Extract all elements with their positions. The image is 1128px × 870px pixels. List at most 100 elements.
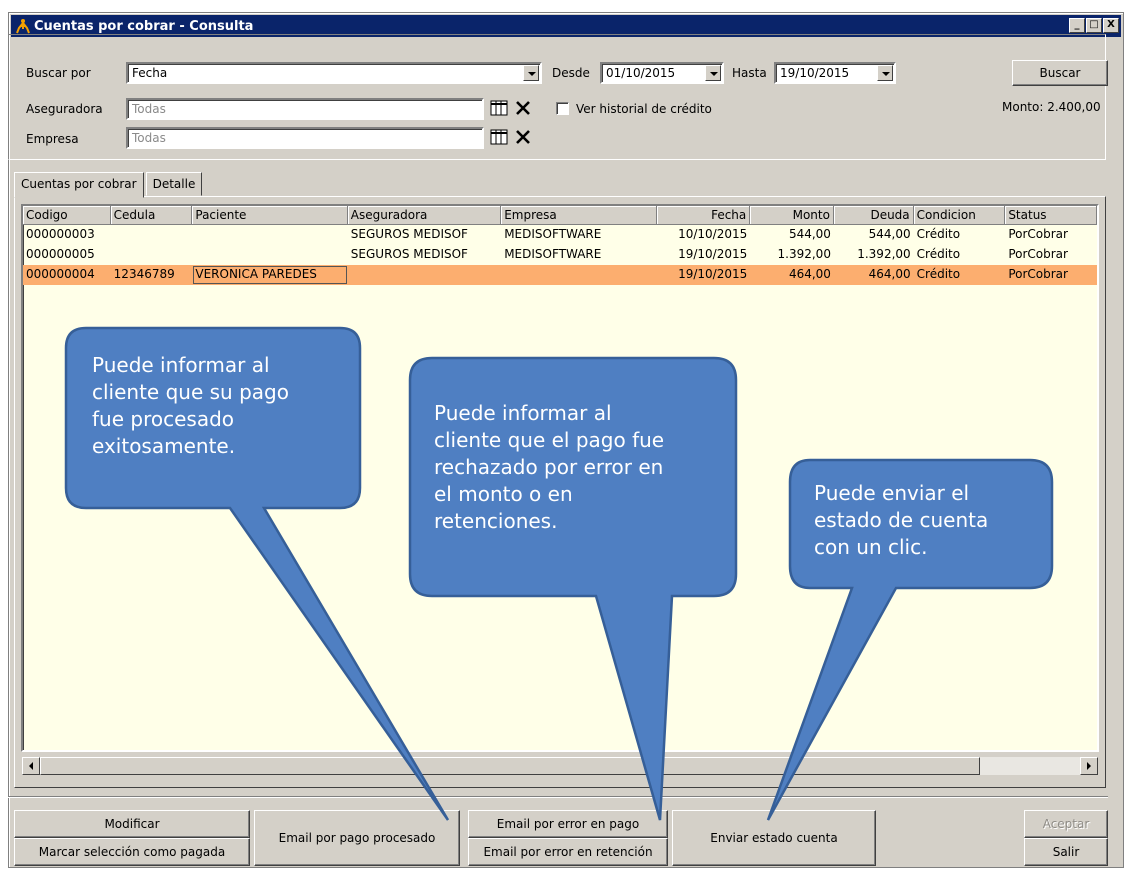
- col-codigo[interactable]: Codigo: [23, 206, 111, 225]
- cell-empresa: MEDISOFTWARE: [504, 227, 602, 241]
- modificar-button[interactable]: Modificar: [14, 810, 250, 838]
- aseguradora-field[interactable]: Todas: [126, 98, 484, 120]
- tab-cuentas-por-cobrar[interactable]: Cuentas por cobrar: [14, 172, 144, 198]
- aseguradora-lookup-button[interactable]: [488, 98, 510, 118]
- chevron-down-icon[interactable]: [523, 65, 539, 81]
- cell-empresa: MEDISOFTWARE: [504, 247, 602, 261]
- cell-monto: 1.392,00: [777, 247, 831, 261]
- cell-paciente: [192, 225, 347, 245]
- monto-total: Monto: 2.400,00: [1002, 100, 1101, 114]
- table-row[interactable]: 000000005 SEGUROS MEDISOF MEDISOFTWARE 1…: [23, 245, 1097, 265]
- col-monto[interactable]: Monto: [750, 206, 834, 225]
- minimize-button[interactable]: _: [1069, 18, 1085, 33]
- window-title: Cuentas por cobrar - Consulta: [34, 18, 254, 34]
- cell-status: PorCobrar: [1008, 267, 1068, 281]
- hasta-date-picker[interactable]: 19/10/2015: [774, 62, 896, 84]
- desde-label: Desde: [552, 66, 590, 80]
- hasta-value: 19/10/2015: [780, 66, 850, 80]
- buscar-por-value: Fecha: [132, 66, 168, 80]
- cell-deuda: 544,00: [868, 227, 911, 241]
- buscar-button-label: Buscar: [1039, 66, 1081, 80]
- cell-condicion: Crédito: [916, 227, 961, 241]
- cell-aseguradora: [348, 265, 501, 285]
- buscar-por-label: Buscar por: [26, 66, 91, 80]
- email-error-pago-label: Email por error en pago: [496, 817, 640, 831]
- desde-value: 01/10/2015: [606, 66, 676, 80]
- cell-monto: 464,00: [788, 267, 831, 281]
- callout-1-text: Puede informar al cliente que su pago fu…: [92, 353, 289, 458]
- enviar-estado-cuenta-label: Enviar estado cuenta: [710, 831, 838, 845]
- chevron-down-icon[interactable]: [877, 65, 893, 81]
- cell-condicion: Crédito: [916, 267, 961, 281]
- marcar-pagada-label: Marcar selección como pagada: [38, 845, 226, 859]
- arrow-right-icon: [1087, 762, 1091, 770]
- aseguradora-placeholder: Todas: [132, 102, 166, 116]
- email-error-retencion-label: Email por error en retención: [483, 845, 653, 859]
- cell-codigo: 000000005: [26, 247, 95, 261]
- ver-historial-checkbox[interactable]: [556, 102, 569, 115]
- empresa-clear-button[interactable]: [512, 127, 534, 147]
- table-row-selected[interactable]: 000000004 12346789 VERONICA PAREDES 19/1…: [23, 265, 1097, 285]
- salir-button[interactable]: Salir: [1024, 838, 1108, 866]
- app-logo-icon: [16, 19, 30, 34]
- desde-date-picker[interactable]: 01/10/2015: [600, 62, 724, 84]
- callout-3-text: Puede enviar el estado de cuenta con un …: [814, 481, 989, 559]
- buscar-por-select[interactable]: Fecha: [126, 62, 542, 84]
- email-error-pago-button[interactable]: Email por error en pago: [468, 810, 668, 838]
- chevron-down-icon[interactable]: [705, 65, 721, 81]
- scroll-thumb[interactable]: [40, 757, 980, 775]
- col-condicion[interactable]: Condicion: [913, 206, 1006, 225]
- enviar-estado-cuenta-button[interactable]: Enviar estado cuenta: [672, 810, 876, 866]
- cell-codigo: 000000004: [26, 267, 95, 281]
- empresa-placeholder: Todas: [132, 131, 166, 145]
- col-empresa[interactable]: Empresa: [501, 206, 657, 225]
- email-pago-procesado-button[interactable]: Email por pago procesado: [254, 810, 460, 866]
- maximize-button[interactable]: □: [1086, 18, 1102, 33]
- buscar-button[interactable]: Buscar: [1012, 60, 1108, 86]
- cell-paciente: [192, 245, 347, 265]
- cell-cedula: [111, 245, 193, 265]
- empresa-label: Empresa: [26, 132, 79, 146]
- modificar-label: Modificar: [104, 817, 160, 831]
- close-icon: [516, 101, 530, 115]
- scroll-right-button[interactable]: [1080, 757, 1098, 775]
- hasta-label: Hasta: [732, 66, 767, 80]
- cell-fecha: 10/10/2015: [678, 227, 748, 241]
- col-cedula[interactable]: Cedula: [110, 206, 193, 225]
- bottom-separator: [8, 796, 1108, 798]
- marcar-pagada-button[interactable]: Marcar selección como pagada: [14, 838, 250, 866]
- empresa-lookup-button[interactable]: [488, 127, 510, 147]
- col-fecha[interactable]: Fecha: [656, 206, 751, 225]
- cell-cedula: 12346789: [113, 267, 175, 281]
- scroll-left-button[interactable]: [22, 757, 40, 775]
- cell-deuda: 464,00: [868, 267, 911, 281]
- col-deuda[interactable]: Deuda: [833, 206, 914, 225]
- email-error-retencion-button[interactable]: Email por error en retención: [468, 838, 668, 866]
- col-aseguradora[interactable]: Aseguradora: [347, 206, 502, 225]
- cell-cedula: [111, 225, 193, 245]
- aceptar-label: Aceptar: [1042, 817, 1090, 831]
- cell-status: PorCobrar: [1008, 247, 1068, 261]
- col-status[interactable]: Status: [1005, 206, 1097, 225]
- cell-aseguradora: SEGUROS MEDISOF: [350, 247, 468, 261]
- cell-status: PorCobrar: [1008, 227, 1068, 241]
- horizontal-scrollbar[interactable]: [21, 756, 1099, 776]
- aseguradora-label: Aseguradora: [26, 102, 103, 116]
- close-icon: [516, 130, 530, 144]
- col-paciente[interactable]: Paciente: [192, 206, 348, 225]
- cell-monto: 544,00: [788, 227, 831, 241]
- close-button[interactable]: X: [1103, 18, 1119, 33]
- empresa-field[interactable]: Todas: [126, 127, 484, 149]
- grid-icon: [490, 129, 508, 145]
- tab-strip: Cuentas por cobrar Detalle: [14, 172, 204, 198]
- aseguradora-clear-button[interactable]: [512, 98, 534, 118]
- cell-fecha: 19/10/2015: [678, 267, 748, 281]
- email-pago-procesado-label: Email por pago procesado: [278, 831, 436, 845]
- grid-icon: [490, 100, 508, 116]
- cell-paciente[interactable]: VERONICA PAREDES: [192, 265, 347, 285]
- tab-detalle[interactable]: Detalle: [145, 172, 203, 196]
- aceptar-button[interactable]: Aceptar: [1024, 810, 1108, 838]
- cell-codigo: 000000003: [26, 227, 95, 241]
- cell-deuda: 1.392,00: [857, 247, 911, 261]
- table-row[interactable]: 000000003 SEGUROS MEDISOF MEDISOFTWARE 1…: [23, 225, 1097, 245]
